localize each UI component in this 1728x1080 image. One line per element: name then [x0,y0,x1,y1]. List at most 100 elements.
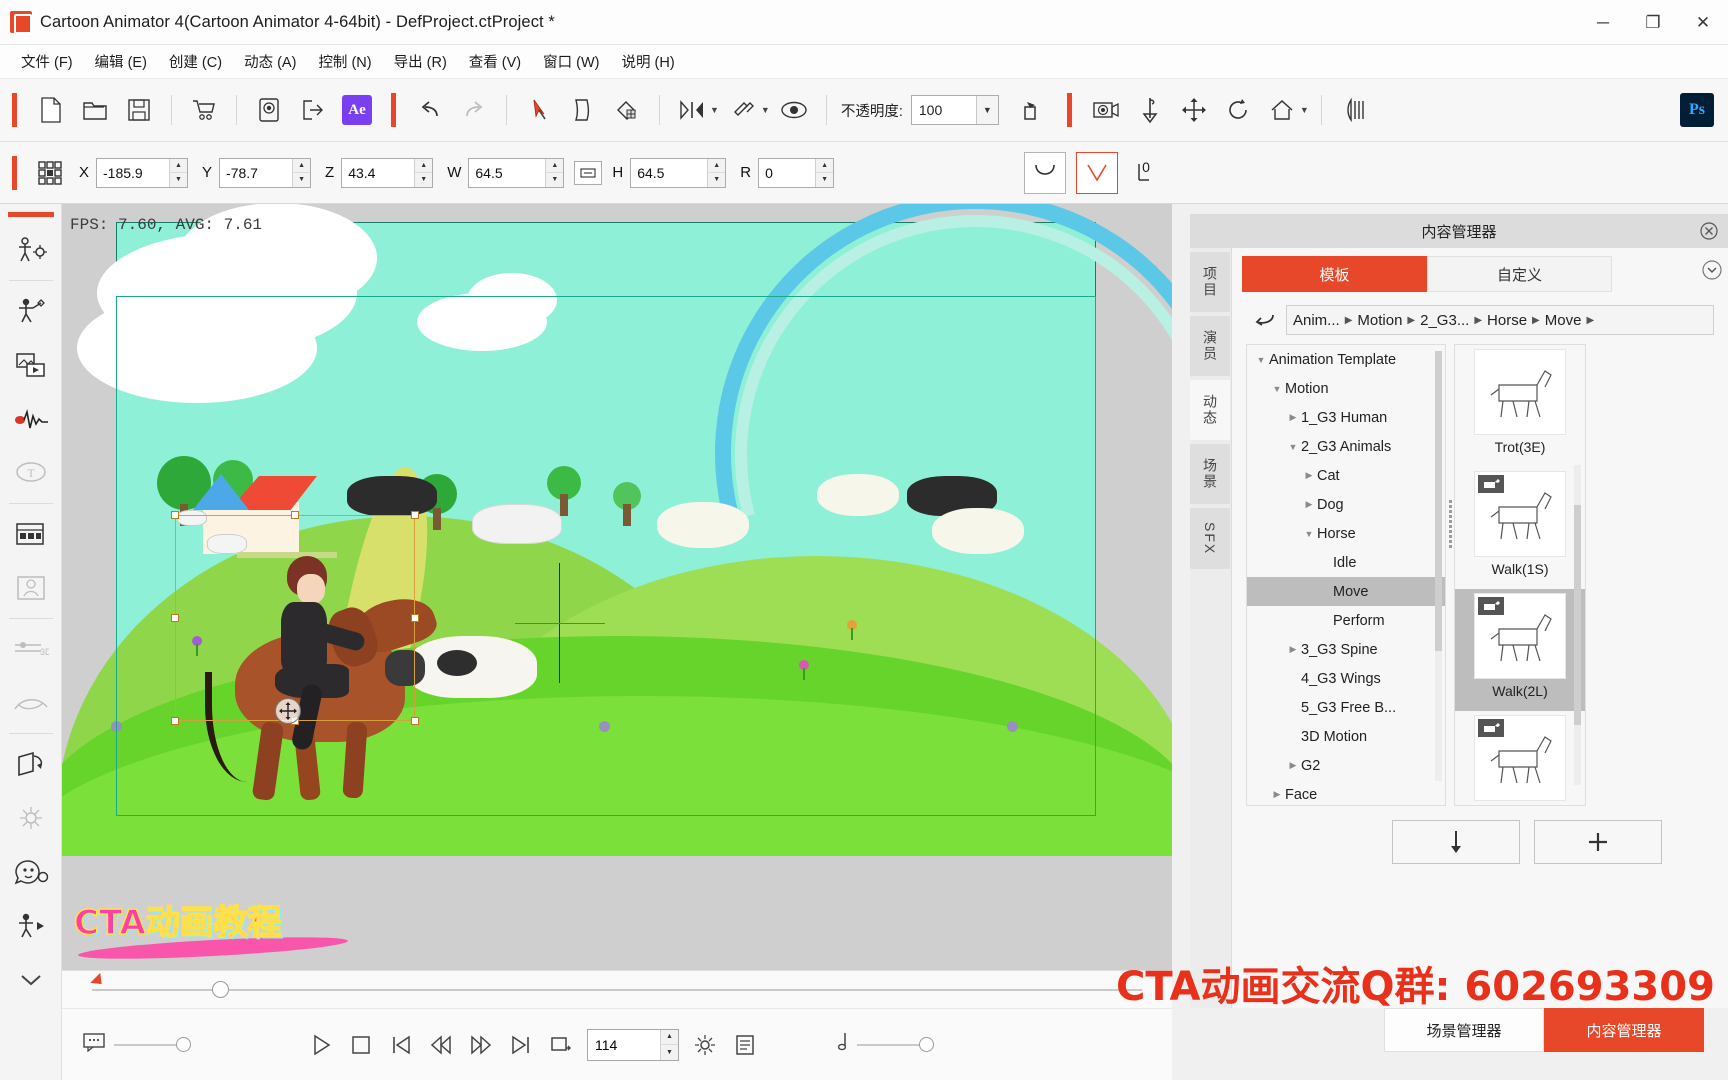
tab-template[interactable]: 模板 [1242,256,1427,292]
chevron-down-icon[interactable]: ▼ [710,105,719,115]
tree-node-cat[interactable]: ▶ Cat [1247,461,1445,490]
btab-content-manager[interactable]: 内容管理器 [1544,1008,1704,1052]
tree-node-animation-template[interactable]: ▼ Animation Template [1247,345,1445,374]
tree-node-g3-wings[interactable]: 4_G3 Wings [1247,664,1445,693]
r-field[interactable]: ▲▼ [758,157,835,188]
loop-icon[interactable] [541,1025,581,1065]
w-spinner[interactable]: ▲ ▼ [545,158,564,187]
maximize-button[interactable]: ❐ [1628,0,1678,45]
redo-icon[interactable] [452,88,496,132]
menu-file[interactable]: 文件 (F) [10,47,84,76]
tree-node-idle[interactable]: Idle [1247,548,1445,577]
home-icon[interactable] [1260,88,1304,132]
breadcrumb-item-2[interactable]: 2_G3... [1420,312,1469,329]
face-key-icon[interactable] [0,845,62,899]
vtab-sfx[interactable]: SFX [1190,508,1230,570]
rewind-icon[interactable] [421,1025,461,1065]
stage-canvas[interactable] [62,204,1172,856]
audio-slider-track[interactable] [857,1043,921,1046]
thumbnail-item-walk-1s[interactable]: Walk(1S) [1455,467,1585,589]
link-icon[interactable] [721,88,765,132]
flip-icon[interactable] [670,88,714,132]
tree-node-perform[interactable]: Perform [1247,606,1445,635]
face-puppet-icon[interactable] [0,561,62,615]
menu-help[interactable]: 说明 (H) [611,47,686,76]
select-arrow-icon[interactable] [517,88,561,132]
tree-node-g3-free-bone[interactable]: 5_G3 Free B... [1247,693,1445,722]
menu-view[interactable]: 查看 (V) [458,47,532,76]
breadcrumb-item-1[interactable]: Motion [1357,312,1402,329]
r-input[interactable] [759,158,816,187]
transform-grid-icon[interactable] [35,158,65,188]
tree-node-dog[interactable]: ▶ Dog [1247,490,1445,519]
thumbnail-item-walk-3e[interactable]: Walk(3E) [1455,711,1585,805]
new-project-icon[interactable] [29,88,73,132]
twisty-right-icon[interactable]: ▶ [1301,499,1317,510]
chevron-down-icon-3[interactable]: ▼ [1300,105,1309,115]
audio-slider-knob[interactable] [919,1037,934,1052]
current-frame-field[interactable]: ▲▼ [587,1028,679,1061]
breadcrumb[interactable]: Anim... ▶ Motion ▶ 2_G3... ▶ Horse ▶ Move ▶ [1286,305,1714,335]
folder-tree[interactable]: ▼ Animation Template ▼ Motion ▶ 1_G3 Human … [1246,344,1446,806]
back-arrow-icon[interactable] [1246,304,1286,336]
selection-handle-bl[interactable] [171,717,179,725]
reset-transform-icon[interactable] [1011,88,1055,132]
tree-node-face[interactable]: ▶ Face [1247,780,1445,805]
selection-handle-tl[interactable] [171,511,179,519]
close-icon[interactable] [1700,222,1718,240]
save-project-icon[interactable] [117,88,161,132]
undo-icon[interactable] [408,88,452,132]
menu-window[interactable]: 窗口 (W) [532,47,610,76]
close-button[interactable]: ✕ [1678,0,1728,45]
minimize-button[interactable]: ─ [1578,0,1628,45]
twisty-down-icon[interactable]: ▼ [1269,384,1285,394]
z-field[interactable]: ▲▼ [341,157,434,188]
motion-path-icon[interactable] [0,676,62,730]
thumbnail-item-trot-3e[interactable]: Trot(3E) [1455,345,1585,467]
eye-icon[interactable] [772,88,816,132]
align-icon[interactable] [1332,88,1376,132]
spring-icon[interactable] [0,791,62,845]
fast-forward-icon[interactable] [461,1025,501,1065]
selection-handle-ml[interactable] [171,614,179,622]
camera-dot-center[interactable] [599,721,610,732]
x-input[interactable] [97,158,170,187]
bubble-slider[interactable] [82,1032,191,1057]
twisty-right-icon[interactable]: ▶ [1301,470,1317,481]
chevron-down-icon-panel[interactable] [1700,258,1724,282]
bubble-slider-track[interactable] [114,1043,178,1046]
previous-frame-icon[interactable] [381,1025,421,1065]
tab-custom[interactable]: 自定义 [1427,256,1612,292]
more-icon[interactable] [0,953,62,1007]
twisty-right-icon[interactable]: ▶ [1285,760,1301,771]
tree-node-g3-spine[interactable]: ▶ 3_G3 Spine [1247,635,1445,664]
current-frame-input[interactable] [588,1029,660,1060]
menu-edit[interactable]: 编辑 (E) [84,47,158,76]
breadcrumb-item-3[interactable]: Horse [1487,312,1527,329]
twisty-down-icon[interactable]: ▼ [1253,355,1269,365]
opacity-combo[interactable]: 100 ▼ [910,95,999,125]
camera-icon[interactable] [1084,88,1128,132]
duplicate-icon[interactable] [561,88,605,132]
text-bubble-icon[interactable]: T [0,446,62,500]
vtab-motion[interactable]: 动态 [1190,380,1230,440]
y-input[interactable] [220,158,293,187]
opacity-dropdown-icon[interactable]: ▼ [975,96,998,124]
r-spinner[interactable]: ▲ ▼ [815,158,834,187]
selection-handle-mr[interactable] [411,614,419,622]
preview-icon[interactable] [247,88,291,132]
tree-node-motion[interactable]: ▼ Motion [1247,374,1445,403]
apply-motion-button[interactable] [1392,820,1520,864]
note-icon[interactable] [835,1031,849,1058]
stop-icon[interactable] [341,1025,381,1065]
play-icon[interactable] [301,1025,341,1065]
twisty-right-icon[interactable]: ▶ [1285,644,1301,655]
chevron-down-icon-2[interactable]: ▼ [761,105,770,115]
x-spinner[interactable]: ▲ ▼ [169,158,188,187]
timeline-track[interactable] [92,989,1142,991]
y-spinner[interactable]: ▲ ▼ [292,158,311,187]
thumbnail-item-walk-2l[interactable]: Walk(2L) [1455,589,1585,711]
z-input[interactable] [342,158,415,187]
stage-mode-icon[interactable] [0,284,62,338]
bubble-slider-knob[interactable] [176,1037,191,1052]
